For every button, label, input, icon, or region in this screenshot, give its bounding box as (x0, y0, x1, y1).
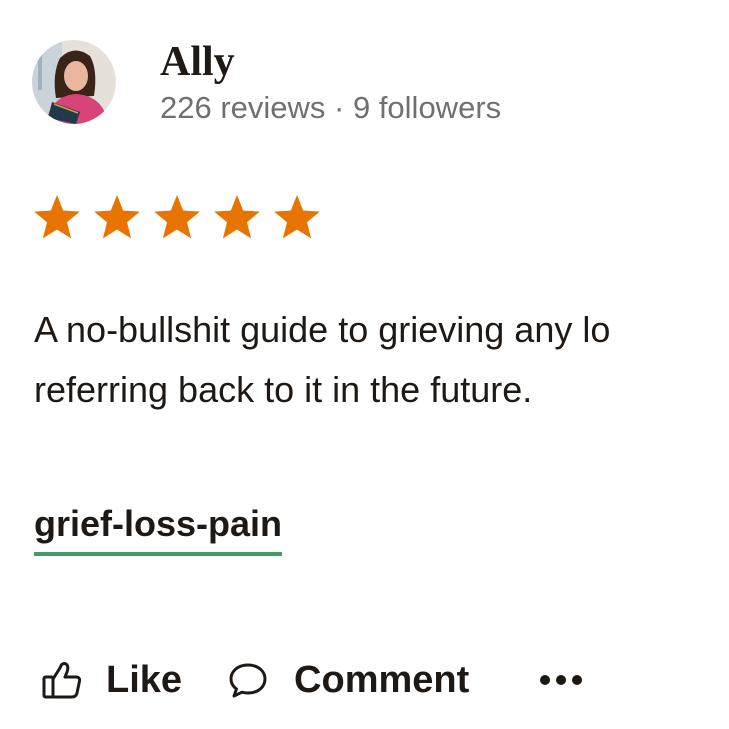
like-button[interactable]: Like (40, 656, 182, 704)
shelf-tag-link[interactable]: grief-loss-pain (34, 500, 283, 556)
star-rating (32, 193, 332, 243)
user-stats: 226 reviews · 9 followers (160, 90, 502, 125)
review-text-line: referring back to it in the future. (34, 369, 533, 410)
star-icon (94, 195, 140, 239)
thumbs-up-icon (40, 658, 84, 702)
comment-button[interactable]: Comment (228, 656, 469, 704)
user-info: Ally 226 reviews · 9 followers (160, 40, 501, 126)
user-name[interactable]: Ally (160, 40, 501, 84)
star-icon (214, 195, 260, 239)
star-icon (34, 195, 80, 239)
review-text-line: A no-bullshit guide to grieving any lo (34, 309, 611, 350)
comment-label: Comment (294, 659, 470, 701)
star-icon (154, 195, 200, 239)
review-actions: Like Comment (40, 650, 583, 710)
speech-bubble-icon (228, 660, 268, 700)
star-icon (274, 195, 320, 239)
avatar[interactable] (32, 40, 116, 124)
more-dots-icon (539, 673, 583, 687)
more-options-button[interactable] (539, 673, 583, 687)
review-header: Ally 226 reviews · 9 followers (32, 40, 501, 126)
review-text: A no-bullshit guide to grieving any lo r… (34, 300, 729, 420)
like-label: Like (106, 659, 183, 701)
